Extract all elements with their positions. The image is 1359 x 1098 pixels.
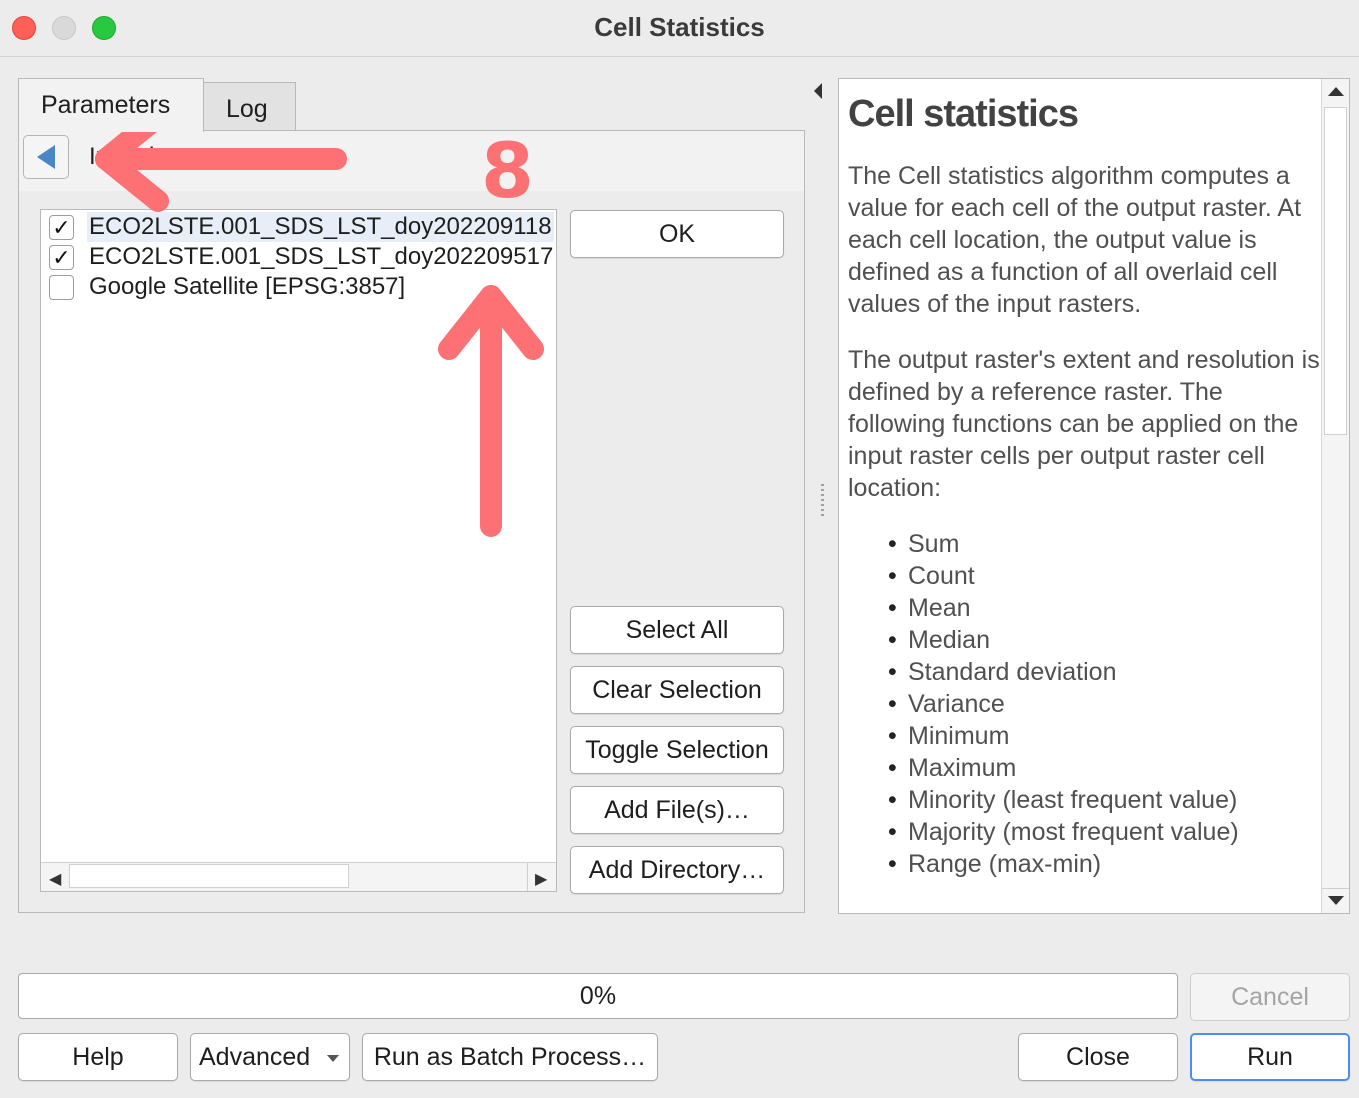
list-item[interactable]: ✓ ECO2LSTE.001_SDS_LST_doy202209517 [41, 242, 556, 272]
horizontal-scrollbar[interactable]: ◀ ▶ [41, 862, 556, 891]
help-button[interactable]: Help [18, 1033, 178, 1081]
list-item: Sum [888, 528, 1320, 560]
ok-button[interactable]: OK [570, 210, 784, 258]
scroll-down-icon[interactable] [1328, 896, 1344, 905]
input-layers-list[interactable]: ✓ ECO2LSTE.001_SDS_LST_doy202209118 ✓ EC… [40, 209, 557, 892]
list-item: Range (max-min) [888, 848, 1320, 880]
list-item: Majority (most frequent value) [888, 816, 1320, 848]
splitter-handle[interactable] [821, 484, 824, 518]
list-item[interactable]: ✓ ECO2LSTE.001_SDS_LST_doy202209118 [41, 212, 556, 242]
list-item: Median [888, 624, 1320, 656]
help-paragraph: The Cell statistics algorithm computes a… [848, 162, 1302, 318]
add-files-button[interactable]: Add File(s)… [570, 786, 784, 834]
run-batch-button[interactable]: Run as Batch Process… [362, 1033, 658, 1081]
list-item: Mean [888, 592, 1320, 624]
list-item: Variance [888, 688, 1320, 720]
advanced-label: Advanced [199, 1043, 311, 1071]
scroll-left-icon[interactable]: ◀ [49, 869, 61, 889]
layer-checkbox[interactable] [49, 275, 74, 300]
panel-header-label: Input layers [89, 143, 214, 170]
list-item: Standard deviation [888, 656, 1320, 688]
scrollbar-thumb[interactable] [1324, 107, 1347, 435]
layer-checkbox[interactable]: ✓ [49, 245, 74, 270]
vertical-scrollbar[interactable] [1321, 79, 1349, 913]
scroll-up-icon[interactable] [1328, 87, 1344, 96]
help-content: Cell statistics The Cell statistics algo… [848, 89, 1320, 880]
advanced-dropdown-button[interactable]: Advanced [190, 1033, 350, 1081]
list-item[interactable]: Google Satellite [EPSG:3857] [41, 272, 556, 302]
help-paragraph: The output raster's extent and resolutio… [848, 346, 1320, 502]
functions-list: Sum Count Mean Median Standard deviation… [848, 528, 1320, 880]
close-button[interactable]: Close [1018, 1033, 1178, 1081]
toggle-selection-button[interactable]: Toggle Selection [570, 726, 784, 774]
clear-selection-button[interactable]: Clear Selection [570, 666, 784, 714]
list-item: Maximum [888, 752, 1320, 784]
list-item: Count [888, 560, 1320, 592]
help-panel: Cell statistics The Cell statistics algo… [838, 78, 1350, 914]
add-directory-button[interactable]: Add Directory… [570, 846, 784, 894]
tab-parameters[interactable]: Parameters [18, 78, 204, 132]
window-title: Cell Statistics [594, 12, 765, 42]
layer-name: ECO2LSTE.001_SDS_LST_doy202209118 [87, 212, 554, 242]
list-item: Minimum [888, 720, 1320, 752]
scroll-right-icon[interactable]: ▶ [535, 869, 547, 889]
title-bar: Cell Statistics [0, 0, 1359, 57]
tab-log[interactable]: Log [203, 82, 296, 130]
progress-bar: 0% [18, 973, 1178, 1019]
run-button[interactable]: Run [1190, 1033, 1350, 1081]
layer-name: Google Satellite [EPSG:3857] [89, 273, 406, 300]
help-title: Cell statistics [848, 93, 1079, 135]
step-number-annotation: 8 [481, 126, 534, 215]
panel-header: Input layers [19, 131, 804, 191]
list-item: Minority (least frequent value) [888, 784, 1320, 816]
chevron-down-icon [327, 1055, 339, 1062]
scrollbar-thumb[interactable] [69, 864, 349, 888]
collapse-help-arrow-icon[interactable] [814, 83, 822, 99]
layer-name: ECO2LSTE.001_SDS_LST_doy202209517 [89, 243, 554, 270]
cancel-button[interactable]: Cancel [1190, 973, 1350, 1021]
select-all-button[interactable]: Select All [570, 606, 784, 654]
back-arrow-button[interactable] [23, 135, 69, 179]
layer-checkbox[interactable]: ✓ [49, 215, 74, 240]
